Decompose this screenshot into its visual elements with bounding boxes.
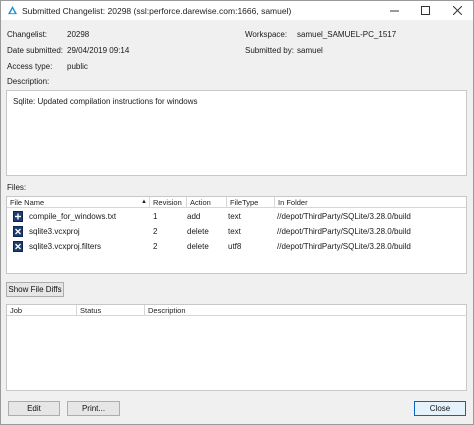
file-add-icon (13, 211, 23, 222)
column-header-action[interactable]: Action (187, 197, 227, 208)
files-label: Files: (7, 183, 27, 192)
table-row[interactable]: compile_for_windows.txt 1 add text //dep… (7, 209, 466, 224)
table-row[interactable]: sqlite3.vcxproj 2 delete text //depot/Th… (7, 224, 466, 239)
column-header-in-folder[interactable]: In Folder (275, 197, 468, 208)
edit-button[interactable]: Edit (8, 401, 60, 416)
close-button[interactable]: Close (414, 401, 466, 416)
submitted-changelist-window: Submitted Changelist: 20298 (ssl:perforc… (0, 0, 474, 425)
close-icon (453, 6, 462, 15)
column-header-filetype[interactable]: FileType (227, 197, 275, 208)
file-delete-icon (13, 226, 23, 237)
date-submitted-value: 29/04/2019 09:14 (67, 46, 130, 55)
maximize-button[interactable] (410, 1, 441, 20)
jobs-table-header: Job Status Description (7, 305, 466, 316)
column-header-label: File Name (10, 198, 45, 207)
changelist-value: 20298 (67, 30, 90, 39)
submitted-by-label: Submitted by: (245, 46, 294, 55)
column-header-file-name[interactable]: File Name ▲ (7, 197, 150, 208)
action-cell: add (187, 212, 201, 221)
description-box[interactable]: Sqlite: Updated compilation instructions… (6, 90, 467, 176)
column-header-label: In Folder (278, 198, 308, 207)
file-name-cell: sqlite3.vcxproj.filters (29, 242, 102, 251)
revision-cell: 2 (153, 242, 158, 251)
maximize-icon (421, 6, 430, 15)
column-header-label: Status (80, 306, 102, 315)
folder-cell: //depot/ThirdParty/SQLite/3.28.0/build (277, 227, 411, 236)
close-window-button[interactable] (442, 1, 473, 20)
folder-cell: //depot/ThirdParty/SQLite/3.28.0/build (277, 212, 411, 221)
description-text: Sqlite: Updated compilation instructions… (13, 97, 198, 106)
access-type-value: public (67, 62, 88, 71)
file-delete-icon (13, 241, 23, 252)
column-header-label: Revision (153, 198, 182, 207)
print-button[interactable]: Print... (67, 401, 120, 416)
minimize-icon (390, 10, 399, 12)
jobs-table[interactable]: Job Status Description (6, 304, 467, 391)
column-header-job[interactable]: Job (7, 305, 77, 316)
workspace-value: samuel_SAMUEL-PC_1517 (297, 30, 397, 39)
submitted-by-value: samuel (297, 46, 323, 55)
sort-ascending-icon: ▲ (141, 199, 147, 205)
filetype-cell: utf8 (228, 242, 242, 251)
filetype-cell: text (228, 212, 241, 221)
minimize-button[interactable] (379, 1, 410, 20)
revision-cell: 2 (153, 227, 158, 236)
date-submitted-label: Date submitted: (7, 46, 64, 55)
column-header-label: Job (10, 306, 23, 315)
action-cell: delete (187, 242, 209, 251)
changelist-label: Changelist: (7, 30, 48, 39)
file-name-cell: sqlite3.vcxproj (29, 227, 80, 236)
workspace-label: Workspace: (245, 30, 288, 39)
folder-cell: //depot/ThirdParty/SQLite/3.28.0/build (277, 242, 411, 251)
column-header-status[interactable]: Status (77, 305, 145, 316)
show-file-diffs-button[interactable]: Show File Diffs (6, 282, 64, 297)
title-bar[interactable]: Submitted Changelist: 20298 (ssl:perforc… (1, 1, 473, 20)
table-row[interactable]: sqlite3.vcxproj.filters 2 delete utf8 //… (7, 239, 466, 254)
column-header-revision[interactable]: Revision (150, 197, 187, 208)
perforce-app-icon (8, 6, 17, 15)
file-name-cell: compile_for_windows.txt (29, 212, 117, 221)
column-header-label: Description (148, 306, 186, 315)
action-cell: delete (187, 227, 209, 236)
access-type-label: Access type: (7, 62, 53, 71)
column-header-label: FileType (230, 198, 259, 207)
files-table-header: File Name ▲ Revision Action FileType In … (7, 197, 466, 208)
files-table[interactable]: File Name ▲ Revision Action FileType In … (6, 196, 467, 274)
filetype-cell: text (228, 227, 241, 236)
column-header-label: Action (190, 198, 211, 207)
revision-cell: 1 (153, 212, 158, 221)
description-label: Description: (7, 77, 50, 86)
column-header-description[interactable]: Description (145, 305, 468, 316)
window-title: Submitted Changelist: 20298 (ssl:perforc… (22, 6, 292, 16)
